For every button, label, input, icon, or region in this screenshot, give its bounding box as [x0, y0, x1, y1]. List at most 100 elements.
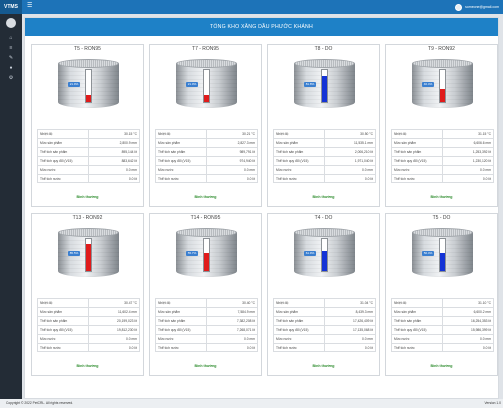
level-gauge	[203, 238, 210, 272]
info-value: 31.15 °C	[478, 132, 491, 136]
info-row: Thể tích sản phẩm 1,253,392 lít	[391, 147, 494, 156]
tank-roof	[58, 228, 119, 237]
main-panel: TỔNG KHO XĂNG DẦU PHƯỚC KHÁNH T5 - RON95…	[24, 17, 499, 399]
level-gauge	[85, 238, 92, 272]
version-text: Version 1.0	[484, 401, 502, 405]
info-row: Mức sản phẩm 8,439.3 mm	[273, 307, 376, 316]
tank-graphic: 56.4%	[412, 226, 473, 280]
info-value: 8,439.3 mm	[355, 310, 373, 314]
tank-roof	[176, 59, 237, 68]
info-label: Mức nước	[392, 166, 443, 174]
menu-toggle-icon[interactable]: ☰	[27, 3, 33, 10]
footer: Copyright © 2022 PetCRL. All rights rese…	[0, 399, 503, 408]
level-gauge	[321, 238, 328, 272]
info-value: 0.0 lít	[246, 346, 255, 350]
level-gauge	[439, 69, 446, 103]
info-value: 1,971,040 lít	[354, 159, 373, 163]
info-label: Mức sản phẩm	[274, 139, 325, 147]
info-label: Thể tích nước	[156, 175, 207, 182]
tank-info-table: Nhiệt độ 30.21 °C Mức sản phẩm 2,827.3 m…	[155, 129, 258, 183]
tank-card: T5 - DO 56.4% Nhiệt độ 31.10 °C Mức sản …	[385, 213, 498, 376]
info-label: Mức nước	[274, 335, 325, 343]
info-value: 2,800.9 mm	[119, 141, 137, 145]
layers-icon[interactable]: ≡	[8, 45, 14, 51]
info-value: 1,230,120 lít	[472, 159, 491, 163]
home-icon[interactable]: ⌂	[8, 35, 14, 41]
info-value: 7,382,208 lít	[236, 319, 255, 323]
info-row: Nhiệt độ 31.10 °C	[391, 298, 494, 307]
user-icon[interactable]: ●	[8, 65, 14, 71]
info-label: Thể tích nước	[38, 175, 89, 182]
info-row: Thể tích nước 0.0 lít	[37, 174, 140, 183]
info-row: Mức nước 0.0 mm	[391, 334, 494, 343]
info-row: Nhiệt độ 31.04 °C	[273, 298, 376, 307]
info-label: Mức nước	[156, 335, 207, 343]
level-gauge	[203, 69, 210, 103]
info-row: Mức sản phẩm 2,800.9 mm	[37, 138, 140, 147]
info-value: 0.0 lít	[482, 346, 491, 350]
tools-icon[interactable]: ✎	[8, 55, 14, 61]
level-fill	[204, 253, 209, 271]
status-text: Bình thường	[430, 364, 453, 368]
info-row: Mức sản phẩm 6,600.2 mm	[391, 307, 494, 316]
info-row: Mức nước 0.0 mm	[37, 165, 140, 174]
status-text: Bình thường	[76, 195, 99, 199]
info-row: Mức nước 0.0 mm	[273, 334, 376, 343]
user-avatar[interactable]	[455, 3, 463, 11]
info-value: 0.0 lít	[128, 177, 137, 181]
tank-roof	[412, 228, 473, 237]
user-menu[interactable]: someone@gmail.com	[455, 2, 499, 12]
info-row: Mức nước 0.0 mm	[391, 165, 494, 174]
level-fill	[86, 243, 91, 271]
tank-name: T4 - DO	[314, 215, 333, 221]
info-row: Thể tích sản phẩm 989,791 lít	[155, 147, 258, 156]
info-value: 7,584.9 mm	[237, 310, 255, 314]
sidebar-avatar	[6, 18, 16, 28]
info-value: 30.40 °C	[242, 301, 255, 305]
fill-percent-badge: 21.0%	[186, 82, 198, 87]
tank-graphic: 21.9%	[58, 57, 119, 111]
info-value: 989,791 lít	[239, 150, 255, 154]
info-value: 7,268,071 lít	[236, 328, 255, 332]
tank-name: T14 - RON95	[190, 215, 221, 221]
fill-percent-badge: 55.7%	[186, 251, 198, 256]
level-gauge	[439, 238, 446, 272]
info-row: Thể tích quy đổi (V15) 15,986,399 lít	[391, 325, 494, 334]
info-label: Mức sản phẩm	[38, 308, 89, 316]
tank-info-table: Nhiệt độ 31.04 °C Mức sản phẩm 8,439.3 m…	[273, 298, 376, 352]
info-value: 11,535.1 mm	[354, 141, 373, 145]
fill-percent-badge: 85.5%	[68, 251, 80, 256]
info-label: Mức sản phẩm	[38, 139, 89, 147]
info-value: 0.0 lít	[246, 177, 255, 181]
info-value: 2,827.3 mm	[237, 141, 255, 145]
info-value: 2,006,210 lít	[354, 150, 373, 154]
brand-logo[interactable]: VTMS	[0, 0, 22, 14]
fill-percent-badge: 56.4%	[422, 251, 434, 256]
info-label: Nhiệt độ	[156, 299, 207, 307]
info-label: Mức nước	[156, 166, 207, 174]
info-value: 17,135,068 lít	[353, 328, 373, 332]
info-value: 0.0 mm	[244, 337, 255, 341]
info-label: Thể tích nước	[38, 344, 89, 351]
info-label: Thể tích sản phẩm	[274, 317, 325, 325]
level-fill	[204, 95, 209, 102]
info-value: 0.0 lít	[128, 346, 137, 350]
info-row: Thể tích nước 0.0 lít	[273, 174, 376, 183]
info-row: Thể tích sản phẩm 895,144 lít	[37, 147, 140, 156]
info-row: Mức sản phẩm 7,584.9 mm	[155, 307, 258, 316]
info-row: Mức nước 0.0 mm	[155, 334, 258, 343]
info-row: Nhiệt độ 30.21 °C	[155, 129, 258, 138]
info-label: Mức nước	[274, 166, 325, 174]
info-label: Mức nước	[38, 166, 89, 174]
page-title: TỔNG KHO XĂNG DẦU PHƯỚC KHÁNH	[25, 18, 498, 36]
info-label: Mức nước	[38, 335, 89, 343]
status-text: Bình thường	[194, 195, 217, 199]
user-email[interactable]: someone@gmail.com	[465, 5, 499, 9]
settings-icon[interactable]: ⚙	[8, 75, 14, 81]
info-value: 6,606.6 mm	[473, 141, 491, 145]
status-text: Bình thường	[430, 195, 453, 199]
tank-graphic: 40.4%	[412, 57, 473, 111]
info-label: Mức sản phẩm	[156, 139, 207, 147]
info-row: Thể tích nước 0.0 lít	[273, 343, 376, 352]
info-value: 0.0 lít	[482, 177, 491, 181]
